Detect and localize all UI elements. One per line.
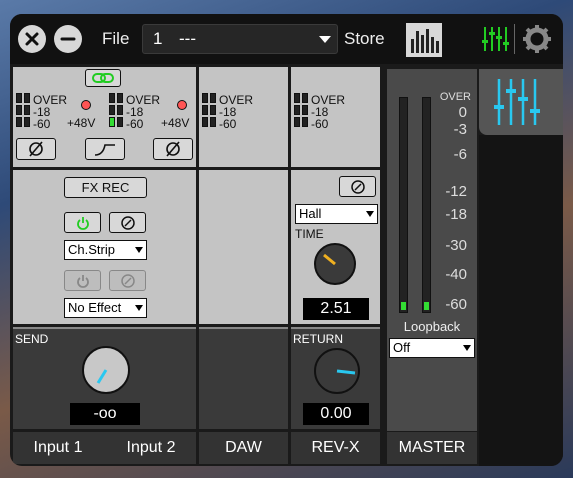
revx-edit-button[interactable] bbox=[339, 176, 376, 197]
master-scale-label: -12 bbox=[445, 183, 467, 200]
meter-60-label: -60 bbox=[219, 117, 237, 131]
phase-icon bbox=[166, 141, 180, 157]
time-knob[interactable] bbox=[313, 242, 357, 286]
level-meter-icon bbox=[411, 29, 439, 53]
chstrip-select-value: Ch.Strip bbox=[68, 242, 115, 257]
send-panel: SEND -oo bbox=[13, 327, 196, 429]
input-footer: Input 1 Input 2 bbox=[13, 432, 196, 464]
return-panel: RETURN 0.00 bbox=[291, 327, 380, 429]
revx-top-panel: OVER -18 -60 bbox=[291, 67, 380, 167]
divider bbox=[514, 24, 515, 54]
meter-60-label: -60 bbox=[311, 117, 329, 131]
input1-label: Input 1 bbox=[33, 439, 83, 456]
link-icon bbox=[92, 73, 114, 83]
minimize-button[interactable] bbox=[54, 25, 82, 53]
edit-icon bbox=[350, 179, 365, 194]
link-button[interactable] bbox=[85, 69, 121, 87]
master-panel: OVER 0 -3 -6 -12 -18 -30 -40 -60 Loopbac… bbox=[387, 69, 477, 431]
close-button[interactable] bbox=[18, 25, 46, 53]
master-scale-label: -30 bbox=[445, 237, 467, 254]
meter-view-button[interactable] bbox=[406, 23, 442, 57]
send-knob[interactable] bbox=[81, 345, 131, 395]
daw-label: DAW bbox=[199, 432, 288, 464]
master-scale-label: -60 bbox=[445, 296, 467, 313]
input-top-panel: OVER -18 -60 +48V OVER -18 -60 +48V bbox=[13, 67, 196, 167]
revx-middle-panel: Hall TIME 2.51 bbox=[291, 170, 380, 324]
time-label: TIME bbox=[295, 227, 324, 241]
edit-icon bbox=[120, 273, 135, 288]
send-value: -oo bbox=[70, 403, 140, 425]
master-scale-label: -18 bbox=[445, 206, 467, 223]
return-value: 0.00 bbox=[303, 403, 369, 425]
power-icon bbox=[76, 216, 89, 230]
minimize-icon bbox=[60, 37, 76, 41]
chevron-down-icon bbox=[463, 345, 471, 351]
meter-60-label: -60 bbox=[126, 117, 144, 131]
chevron-down-icon bbox=[319, 36, 331, 43]
master-label: MASTER bbox=[387, 432, 477, 464]
top-bar: File 1 --- Store bbox=[10, 14, 563, 64]
settings-button[interactable] bbox=[522, 24, 552, 54]
input-effects-panel: FX REC Ch.Strip No Effect bbox=[13, 170, 196, 324]
mixer-button[interactable] bbox=[480, 24, 510, 54]
effect-edit-button[interactable] bbox=[109, 270, 146, 291]
app-window: File 1 --- Store OVER -18 -60 +48V OVER … bbox=[10, 14, 563, 466]
phantom-label: +48V bbox=[161, 116, 190, 130]
return-knob[interactable] bbox=[313, 347, 361, 395]
file-label: File bbox=[102, 29, 130, 48]
master-meter-right bbox=[422, 97, 431, 313]
chevron-down-icon bbox=[366, 211, 374, 217]
input2-label: Input 2 bbox=[126, 439, 176, 456]
chevron-down-icon bbox=[135, 247, 143, 253]
chstrip-select[interactable]: Ch.Strip bbox=[64, 240, 147, 260]
file-name: --- bbox=[179, 29, 196, 48]
daw-top-panel: OVER -18 -60 bbox=[199, 67, 288, 167]
master-scale: OVER 0 -3 -6 -12 -18 -30 -40 -60 bbox=[435, 91, 475, 321]
loopback-select-value: Off bbox=[393, 340, 411, 355]
fx-rec-button[interactable]: FX REC bbox=[64, 177, 147, 198]
time-value: 2.51 bbox=[303, 298, 369, 320]
gear-icon bbox=[523, 25, 551, 53]
chevron-down-icon bbox=[135, 305, 143, 311]
phantom-led[interactable] bbox=[81, 100, 91, 110]
phantom-led[interactable] bbox=[177, 100, 187, 110]
loopback-select[interactable]: Off bbox=[389, 338, 475, 358]
high-pass-filter-icon bbox=[94, 144, 115, 156]
close-icon bbox=[25, 32, 39, 46]
file-number: 1 bbox=[153, 29, 163, 48]
mixer-tab[interactable] bbox=[479, 69, 563, 135]
mixer-icon bbox=[494, 79, 540, 125]
master-scale-label: -6 bbox=[453, 146, 467, 163]
mixer-icon bbox=[482, 27, 509, 51]
effect-power-button[interactable] bbox=[64, 270, 101, 291]
edit-icon bbox=[120, 215, 135, 230]
daw-lower-panel bbox=[199, 327, 288, 429]
phase-button[interactable] bbox=[153, 138, 193, 160]
phase-button[interactable] bbox=[16, 138, 56, 160]
power-icon bbox=[76, 274, 89, 288]
revx-label: REV-X bbox=[291, 432, 380, 464]
master-meter-left bbox=[399, 97, 408, 313]
revx-type-value: Hall bbox=[299, 206, 322, 221]
chstrip-power-button[interactable] bbox=[64, 212, 101, 233]
phantom-label: +48V bbox=[67, 116, 96, 130]
meter-60-label: -60 bbox=[33, 117, 51, 131]
master-scale-label: -3 bbox=[453, 121, 467, 138]
store-button[interactable]: Store bbox=[344, 29, 385, 49]
hpf-button[interactable] bbox=[85, 138, 125, 160]
send-label: SEND bbox=[15, 332, 49, 346]
master-scale-label: OVER bbox=[439, 91, 471, 103]
daw-middle-panel bbox=[199, 170, 288, 324]
revx-type-select[interactable]: Hall bbox=[295, 204, 378, 224]
return-label: RETURN bbox=[293, 332, 343, 346]
side-panel bbox=[479, 135, 563, 466]
file-select[interactable]: 1 --- bbox=[142, 24, 338, 54]
phase-icon bbox=[29, 141, 43, 157]
loopback-label: Loopback bbox=[403, 319, 461, 334]
master-scale-label: -40 bbox=[445, 266, 467, 283]
chstrip-edit-button[interactable] bbox=[109, 212, 146, 233]
effect-select[interactable]: No Effect bbox=[64, 298, 147, 318]
effect-select-value: No Effect bbox=[68, 300, 122, 315]
master-scale-label: 0 bbox=[458, 104, 467, 121]
